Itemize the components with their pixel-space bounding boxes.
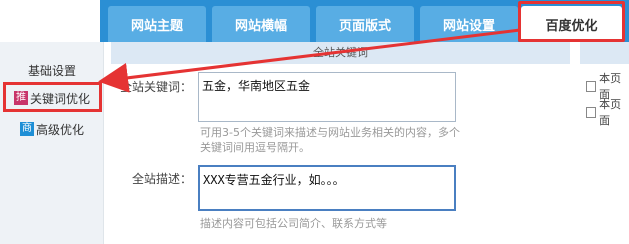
tab-site-settings[interactable]: 网站设置 [420,6,518,42]
sidebar-item-basic-settings[interactable]: 基础设置 [0,58,104,82]
tab-site-banner[interactable]: 网站横幅 [212,6,310,42]
tab-site-theme[interactable]: 网站主题 [108,6,206,42]
checkbox-label: 本页面 [599,98,622,127]
business-badge: 商 [19,122,34,136]
section-header: 全站关键词 [111,42,570,64]
sidebar-item-label: 高级优化 [35,122,84,137]
tab-page-layout[interactable]: 页面版式 [316,6,414,42]
checkbox-row-2[interactable]: 本页面 [586,96,629,128]
keywords-label: 全站关键词： [119,80,192,94]
description-field[interactable]: XXX专营五金行业，如。。。 [198,165,456,211]
sidebar-highlight-box [3,82,102,112]
keywords-hint: 可用3-5个关键词来描述与网站业务相关的内容，多个关键词间用逗号隔开。 [200,126,460,154]
checkbox[interactable] [586,80,597,92]
keywords-field[interactable]: 五金，华南地区五金 [198,72,456,122]
tab-highlight-box [518,1,625,42]
right-panel-header [580,42,629,64]
checkbox[interactable] [586,106,597,118]
sidebar-item-label: 基础设置 [27,63,76,78]
top-bar: 网站主题 网站横幅 页面版式 网站设置 百度优化 [0,0,629,42]
sidebar-item-advanced-optimization[interactable]: 商 高级优化 [0,117,104,141]
description-hint: 描述内容可包括公司简介、联系方式等 [200,217,387,230]
description-label: 全站描述： [131,172,192,186]
